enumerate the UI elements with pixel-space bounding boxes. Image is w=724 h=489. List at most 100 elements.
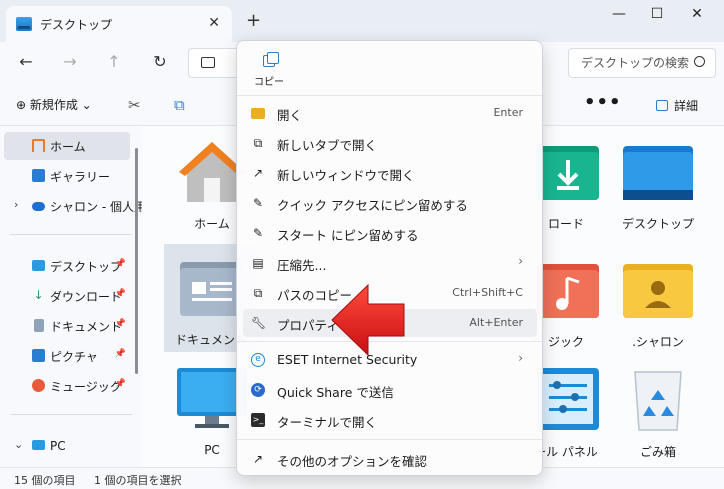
- file-item-recycle-bin[interactable]: ごみ箱: [618, 364, 698, 460]
- pin-start-icon: ✎: [252, 226, 264, 240]
- menu-item-quick-share[interactable]: ⟳ Quick Share で送信: [243, 376, 537, 404]
- tab-close-icon[interactable]: ✕: [208, 15, 220, 31]
- pictures-icon: [32, 349, 45, 362]
- wrench-icon: 🔧︎: [251, 316, 267, 330]
- chevron-down-icon[interactable]: ⌄: [14, 438, 23, 451]
- back-button[interactable]: ←: [14, 52, 38, 71]
- copy-icon[interactable]: ⧉: [174, 96, 185, 114]
- sidebar-item-gallery[interactable]: ギャラリー: [4, 162, 130, 190]
- sidebar-item-label: ホーム: [50, 139, 86, 154]
- pin-icon: 📌: [114, 379, 126, 389]
- chevron-right-icon: ›: [518, 254, 523, 268]
- details-button[interactable]: 詳細: [656, 97, 698, 114]
- sidebar-item-documents[interactable]: ドキュメント 📌: [4, 312, 130, 340]
- tab-title: デスクトップ: [40, 17, 113, 32]
- pin-icon: 📌: [114, 319, 126, 329]
- menu-item-terminal[interactable]: >_ ターミナルで開く: [243, 406, 537, 434]
- sidebar-divider: [10, 414, 132, 415]
- gallery-icon: [32, 169, 45, 182]
- sidebar-item-label: ピクチャ: [50, 349, 98, 364]
- file-item-sharon[interactable]: .シャロン: [618, 254, 698, 350]
- menu-item-more-options[interactable]: ↗ その他のオプションを確認: [243, 445, 537, 473]
- search-icon: [694, 56, 705, 67]
- monitor-icon: [201, 57, 215, 68]
- menu-item-pin-quick-access[interactable]: ✎ クイック アクセスにピン留めする: [243, 189, 537, 217]
- chevron-right-icon: ›: [518, 351, 523, 365]
- music-icon: [32, 379, 45, 392]
- pc-icon: [32, 440, 45, 450]
- sidebar-item-pc[interactable]: ⌄ PC: [4, 432, 130, 460]
- desktop-folder-icon: [623, 146, 693, 200]
- sidebar-item-label: シャロン - 個人用: [50, 199, 146, 214]
- sidebar-item-label: ギャラリー: [50, 169, 111, 184]
- sidebar-item-pictures[interactable]: ピクチャ 📌: [4, 342, 130, 370]
- menu-item-compress[interactable]: ▤ 圧縮先... ›: [243, 249, 537, 277]
- sidebar-item-downloads[interactable]: ↓ ダウンロード 📌: [4, 282, 130, 310]
- title-bar: デスクトップ ✕ + — ☐ ✕: [0, 0, 724, 42]
- refresh-button[interactable]: ↻: [148, 52, 172, 71]
- home-icon: [32, 139, 45, 152]
- maximize-button[interactable]: ☐: [642, 6, 672, 26]
- copy-icon: [263, 52, 279, 67]
- desktop-folder-icon: [16, 17, 32, 31]
- close-button[interactable]: ✕: [682, 6, 712, 26]
- up-button[interactable]: ↑: [102, 52, 126, 71]
- sidebar-item-desktop[interactable]: デスクトップ 📌: [4, 252, 130, 280]
- file-item-desktop[interactable]: デスクトップ: [618, 136, 698, 232]
- new-button[interactable]: ⊕ 新規作成 ⌄: [16, 96, 92, 113]
- search-input[interactable]: デスクトップの検索: [568, 48, 716, 78]
- selection-count: 1 個の項目を選択: [94, 474, 182, 487]
- download-icon: ↓: [33, 288, 44, 302]
- pin-icon: 📌: [114, 289, 126, 299]
- new-tab-button[interactable]: +: [246, 10, 261, 31]
- item-count: 15 個の項目: [14, 474, 76, 487]
- pin-icon: ✎: [252, 196, 264, 210]
- open-in-new-tab-icon: ⧉: [253, 136, 263, 150]
- recycle-bin-icon: [634, 371, 682, 431]
- cut-icon[interactable]: ✂: [128, 96, 141, 114]
- copy-path-icon: ⧉: [253, 286, 263, 300]
- sidebar-scrollbar[interactable]: [135, 148, 138, 374]
- sidebar-item-home[interactable]: ホーム: [4, 132, 130, 160]
- context-menu: コピー 開く Enter ⧉ 新しいタブで開く ↗ 新しいウィンドウで開く ✎ …: [236, 40, 543, 476]
- more-options-button[interactable]: •••: [584, 92, 622, 113]
- pin-icon: 📌: [114, 259, 126, 269]
- zip-icon: ▤: [252, 256, 264, 270]
- minimize-button[interactable]: —: [604, 6, 634, 26]
- menu-item-open[interactable]: 開く Enter: [243, 99, 537, 127]
- sidebar-item-music[interactable]: ミュージック 📌: [4, 372, 130, 400]
- eset-icon: e: [251, 353, 265, 367]
- file-item-label: ごみ箱: [639, 445, 676, 459]
- sidebar-item-label: PC: [50, 439, 66, 453]
- menu-divider: [237, 439, 542, 440]
- shortcut-text: Enter: [493, 106, 523, 119]
- document-icon: [34, 319, 44, 332]
- desktop-icon: [32, 260, 45, 271]
- menu-item-open-new-window[interactable]: ↗ 新しいウィンドウで開く: [243, 159, 537, 187]
- sidebar-item-label: ダウンロード: [50, 289, 123, 304]
- menu-item-open-new-tab[interactable]: ⧉ 新しいタブで開く: [243, 129, 537, 157]
- details-pane-icon: [656, 100, 668, 111]
- annotation-arrow-icon: [331, 283, 405, 357]
- more-options-icon: ↗: [252, 452, 264, 466]
- search-placeholder: デスクトップの検索: [581, 56, 690, 70]
- sidebar-item-label: デスクトップ: [50, 259, 123, 274]
- copy-button[interactable]: コピー: [251, 51, 287, 88]
- user-folder-icon: [623, 264, 693, 318]
- file-item-label: デスクトップ: [621, 217, 694, 231]
- chevron-right-icon[interactable]: ›: [14, 198, 18, 211]
- sidebar-item-onedrive[interactable]: › シャロン - 個人用: [4, 192, 146, 220]
- forward-button[interactable]: →: [58, 52, 82, 71]
- shortcut-text: Ctrl+Shift+C: [452, 286, 523, 299]
- quick-share-icon: ⟳: [251, 383, 265, 397]
- tab-desktop[interactable]: デスクトップ ✕: [6, 6, 232, 42]
- copy-label: コピー: [254, 77, 284, 88]
- shortcut-text: Alt+Enter: [469, 316, 523, 329]
- menu-item-pin-start[interactable]: ✎ スタート にピン留めする: [243, 219, 537, 247]
- cloud-icon: [32, 202, 45, 211]
- terminal-icon: >_: [251, 413, 265, 427]
- sidebar-divider: [10, 234, 132, 235]
- sidebar-item-label: ドキュメント: [50, 319, 123, 334]
- sidebar-item-label: ミュージック: [50, 379, 122, 394]
- pin-icon: 📌: [114, 349, 126, 359]
